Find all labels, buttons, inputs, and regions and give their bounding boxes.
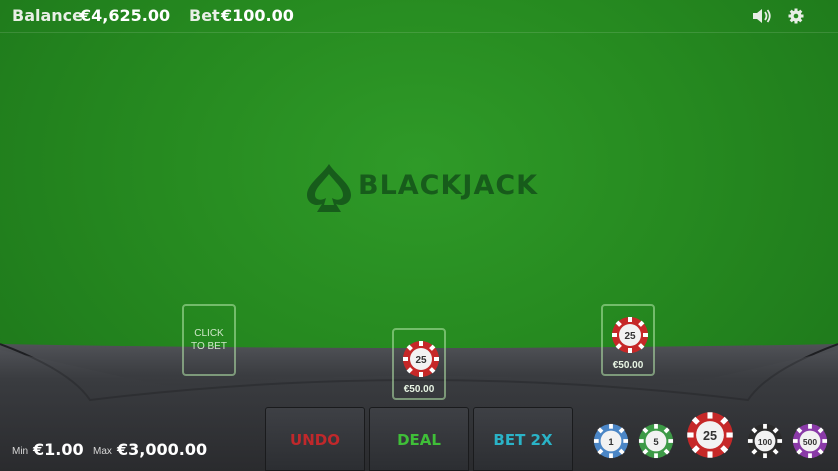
click-to-bet-line1: CLICK (194, 328, 224, 339)
bet-2x-button[interactable]: BET 2X (473, 407, 573, 471)
center-chip-value: 25 (415, 355, 427, 366)
speaker-icon[interactable] (751, 6, 773, 26)
logo-text: BLACKJACK (358, 170, 539, 201)
chip-25-button[interactable]: 25 (686, 411, 734, 459)
game-table: Balance €4,625.00 Bet €100.00 BLACKJACK (0, 0, 838, 471)
bet-spot-left[interactable]: CLICK TO BET (182, 304, 236, 376)
bet-value: €100.00 (221, 6, 294, 25)
chip-25-label: 25 (703, 429, 717, 443)
spade-icon (307, 164, 351, 212)
deal-button[interactable]: DEAL (369, 407, 469, 471)
undo-button[interactable]: UNDO (265, 407, 365, 471)
bet-spot-center[interactable]: 25 €50.00 (392, 328, 446, 400)
min-value: €1.00 (33, 440, 84, 459)
right-chip-value: 25 (624, 331, 636, 342)
center-bet-amount: €50.00 (403, 384, 435, 395)
max-label: Max (93, 446, 112, 457)
chip-5-label: 5 (653, 437, 658, 448)
min-label: Min (12, 446, 29, 457)
right-bet-amount: €50.00 (612, 360, 644, 371)
blackjack-logo: BLACKJACK (303, 160, 543, 216)
chip-25-icon: 25 (403, 341, 439, 377)
bet-label: Bet (189, 6, 220, 25)
click-to-bet-line2: TO BET (191, 341, 227, 352)
balance-label: Balance (12, 6, 83, 25)
chip-1-label: 1 (608, 437, 613, 448)
chip-500-label: 500 (803, 437, 817, 447)
table-rail (0, 343, 838, 471)
chip-25-icon: 25 (612, 317, 648, 353)
chip-1-button[interactable]: 1 (593, 423, 629, 459)
bet-spot-right[interactable]: 25 €50.00 (601, 304, 655, 376)
chip-5-button[interactable]: 5 (638, 423, 674, 459)
gear-icon[interactable] (786, 6, 808, 26)
chip-100-label: 100 (758, 437, 772, 447)
balance-value: €4,625.00 (80, 6, 171, 25)
chip-100-button[interactable]: 100 (747, 423, 783, 459)
chip-500-button[interactable]: 500 (792, 423, 828, 459)
max-value: €3,000.00 (117, 440, 208, 459)
